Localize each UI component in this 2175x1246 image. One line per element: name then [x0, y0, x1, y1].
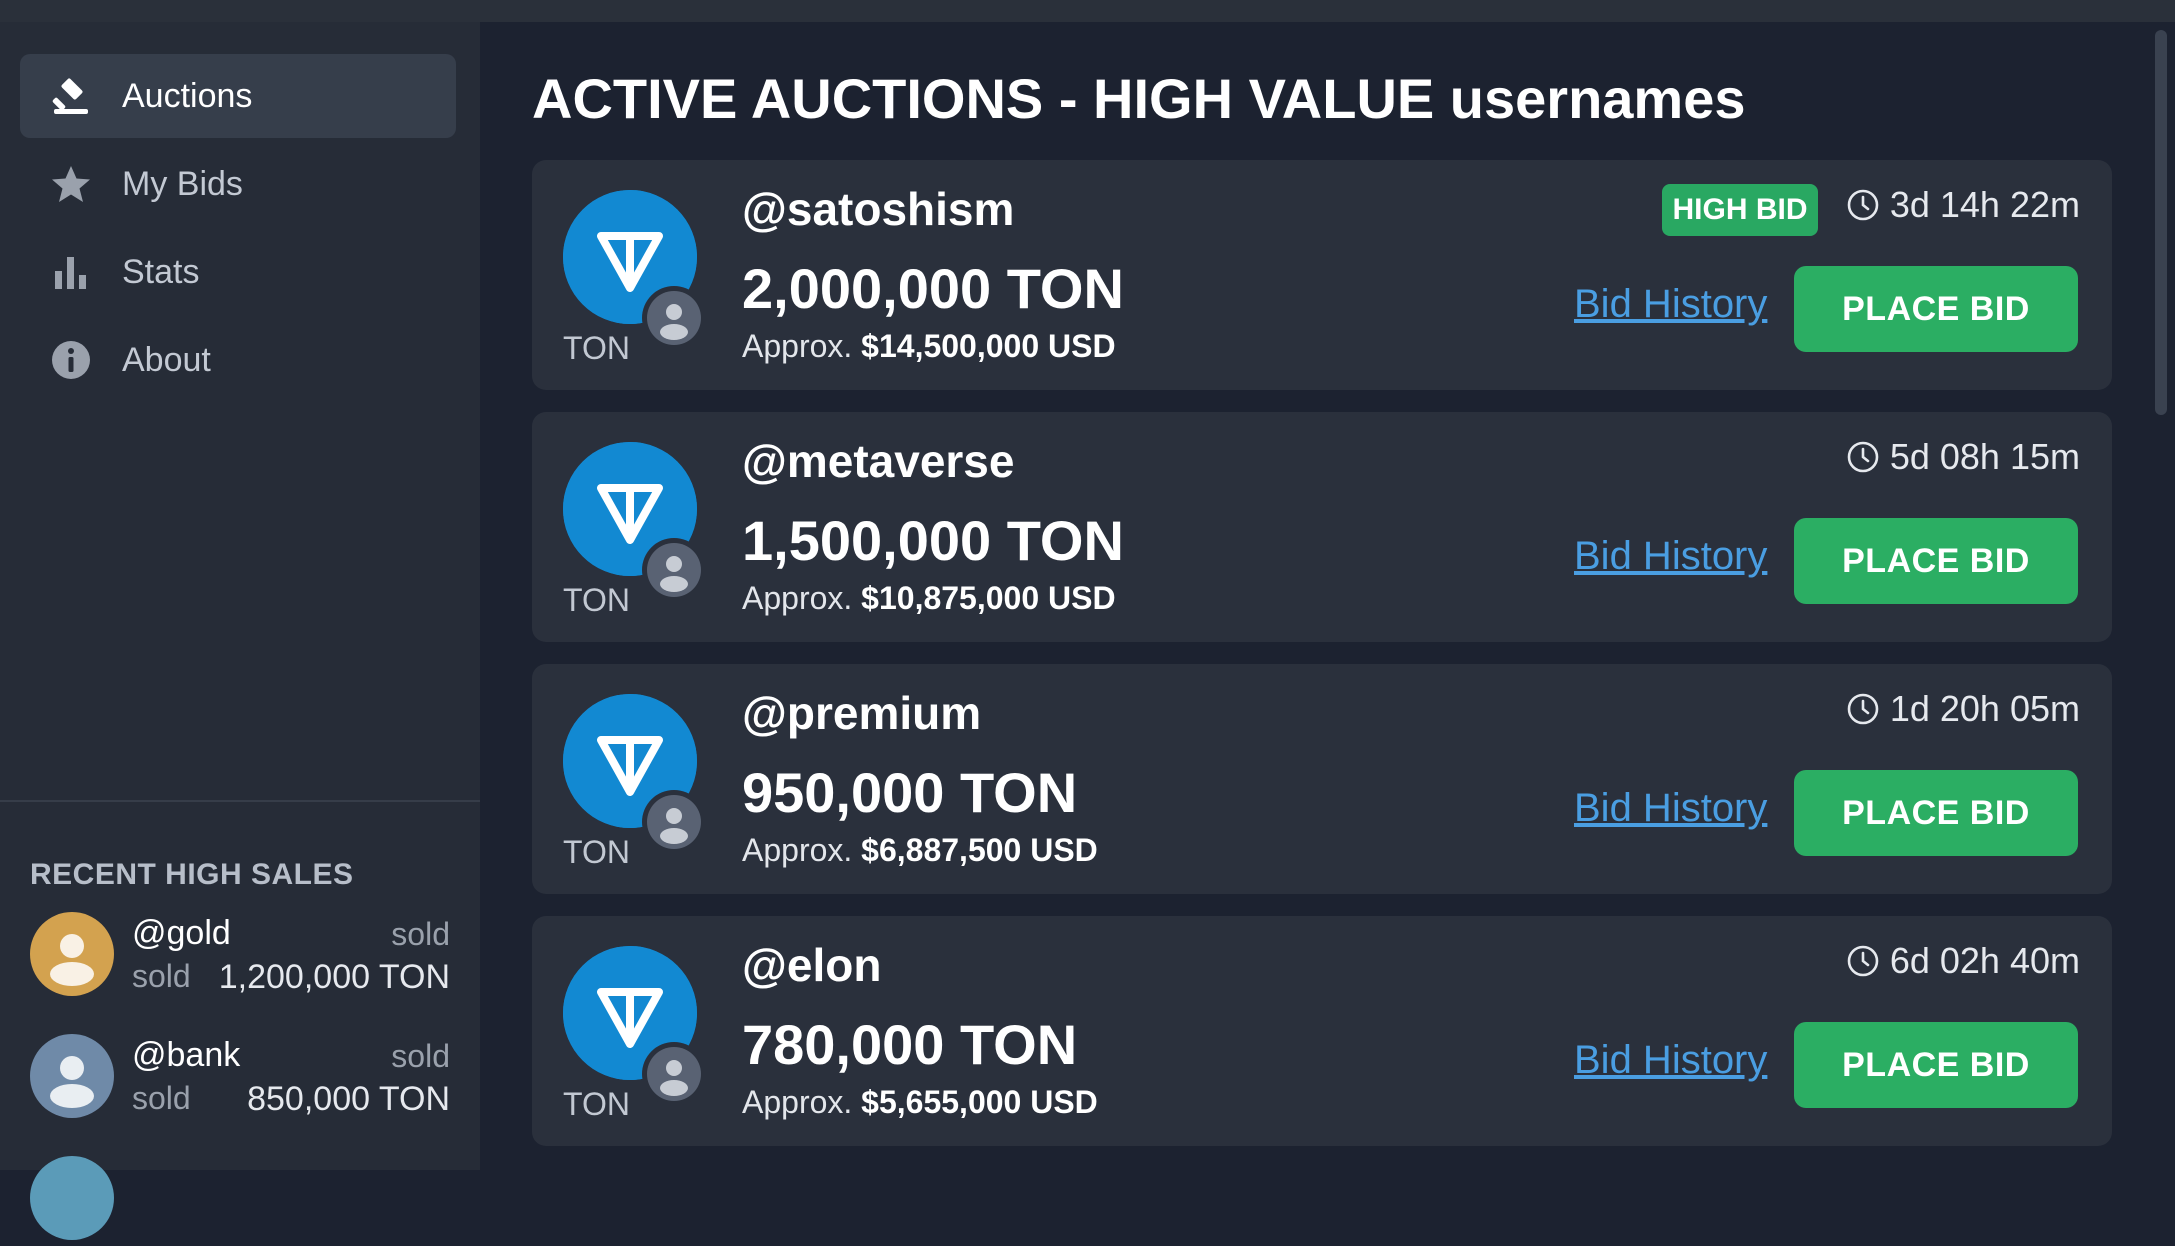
star-icon [50, 163, 92, 205]
avatar [30, 912, 114, 996]
currency-label: TON [563, 330, 630, 366]
bid-history-link[interactable]: Bid History [1574, 534, 1767, 579]
timer-text: 6d 02h 40m [1889, 940, 2080, 981]
user-avatar-icon [642, 790, 706, 854]
top-bar [0, 0, 2175, 22]
bid-history-link[interactable]: Bid History [1574, 786, 1767, 831]
sale-status: sold [391, 916, 450, 952]
gavel-icon [50, 75, 92, 117]
auction-username[interactable]: @premium [742, 686, 981, 740]
bar-chart-icon [50, 251, 92, 293]
sale-status: sold [132, 958, 191, 994]
auction-price: 950,000 TON [742, 761, 1078, 824]
scrollbar-thumb[interactable] [2155, 30, 2167, 415]
auction-timer: 6d 02h 40m [1846, 940, 2080, 982]
main-content: ACTIVE AUCTIONS - HIGH VALUE usernames T… [480, 22, 2150, 1170]
high-bid-badge: HIGH BID [1662, 184, 1818, 236]
timer-text: 3d 14h 22m [1889, 184, 2080, 225]
sidebar-item-label: Auctions [122, 76, 253, 115]
sidebar-item-auctions[interactable]: Auctions [20, 54, 456, 138]
auction-username[interactable]: @metaverse [742, 434, 1014, 488]
auction-timer: 1d 20h 05m [1846, 688, 2080, 730]
user-avatar-icon [642, 538, 706, 602]
sidebar-item-stats[interactable]: Stats [20, 230, 456, 314]
avatar [30, 1156, 114, 1240]
sale-amount: 850,000 TON [247, 1080, 450, 1118]
sidebar-item-label: About [122, 340, 211, 379]
auction-usd-approx: Approx. $5,655,000 USD [742, 1084, 1098, 1120]
sidebar-item-my-bids[interactable]: My Bids [20, 142, 456, 226]
place-bid-button[interactable]: PLACE BID [1794, 1022, 2078, 1108]
sidebar-divider [0, 800, 480, 802]
avatar [30, 1034, 114, 1118]
auction-card: TON @satoshism 2,000,000 TON Approx. $14… [532, 160, 2112, 390]
timer-text: 5d 08h 15m [1889, 436, 2080, 477]
auction-card: TON @premium 950,000 TON Approx. $6,887,… [532, 664, 2112, 894]
user-avatar-icon [642, 1042, 706, 1106]
clock-icon [1847, 693, 1879, 725]
place-bid-button[interactable]: PLACE BID [1794, 266, 2078, 352]
bid-history-link[interactable]: Bid History [1574, 282, 1767, 327]
clock-icon [1847, 441, 1879, 473]
auction-timer: 5d 08h 15m [1846, 436, 2080, 478]
sidebar-item-label: My Bids [122, 164, 243, 203]
sidebar-item-about[interactable]: About [20, 318, 456, 402]
auction-card: TON @metaverse 1,500,000 TON Approx. $10… [532, 412, 2112, 642]
user-avatar-icon [642, 286, 706, 350]
info-icon [50, 339, 92, 381]
auction-username[interactable]: @elon [742, 938, 881, 992]
sale-amount: 1,200,000 TON [218, 958, 450, 996]
currency-label: TON [563, 1086, 630, 1122]
recent-sales-title: RECENT HIGH SALES [30, 858, 354, 891]
auction-usd-approx: Approx. $6,887,500 USD [742, 832, 1098, 868]
auction-usd-approx: Approx. $10,875,000 USD [742, 580, 1116, 616]
auction-price: 1,500,000 TON [742, 509, 1124, 572]
auction-usd-approx: Approx. $14,500,000 USD [742, 328, 1116, 364]
sale-username: @bank [132, 1036, 241, 1074]
auction-card: TON @elon 780,000 TON Approx. $5,655,000… [532, 916, 2112, 1146]
sale-username: @gold [132, 914, 231, 952]
place-bid-button[interactable]: PLACE BID [1794, 518, 2078, 604]
page-title: ACTIVE AUCTIONS - HIGH VALUE usernames [532, 67, 1746, 130]
clock-icon [1847, 945, 1879, 977]
auction-username[interactable]: @satoshism [742, 182, 1014, 236]
sidebar-item-label: Stats [122, 252, 200, 291]
auction-timer: 3d 14h 22m [1846, 184, 2080, 226]
auction-price: 2,000,000 TON [742, 257, 1124, 320]
place-bid-button[interactable]: PLACE BID [1794, 770, 2078, 856]
sale-status: sold [132, 1080, 191, 1116]
currency-label: TON [563, 582, 630, 618]
bid-history-link[interactable]: Bid History [1574, 1038, 1767, 1083]
sidebar-nav: Auctions My Bids Stats About [20, 54, 456, 406]
recent-sale-item[interactable]: @bank sold sold 850,000 TON [30, 1034, 450, 1124]
auction-price: 780,000 TON [742, 1013, 1078, 1076]
sidebar: Auctions My Bids Stats About RECENT HIGH… [0, 22, 480, 1240]
recent-sale-item[interactable]: @gold sold sold 1,200,000 TON [30, 912, 450, 1002]
clock-icon [1847, 189, 1879, 221]
currency-label: TON [563, 834, 630, 870]
timer-text: 1d 20h 05m [1889, 688, 2080, 729]
sale-status: sold [391, 1038, 450, 1074]
